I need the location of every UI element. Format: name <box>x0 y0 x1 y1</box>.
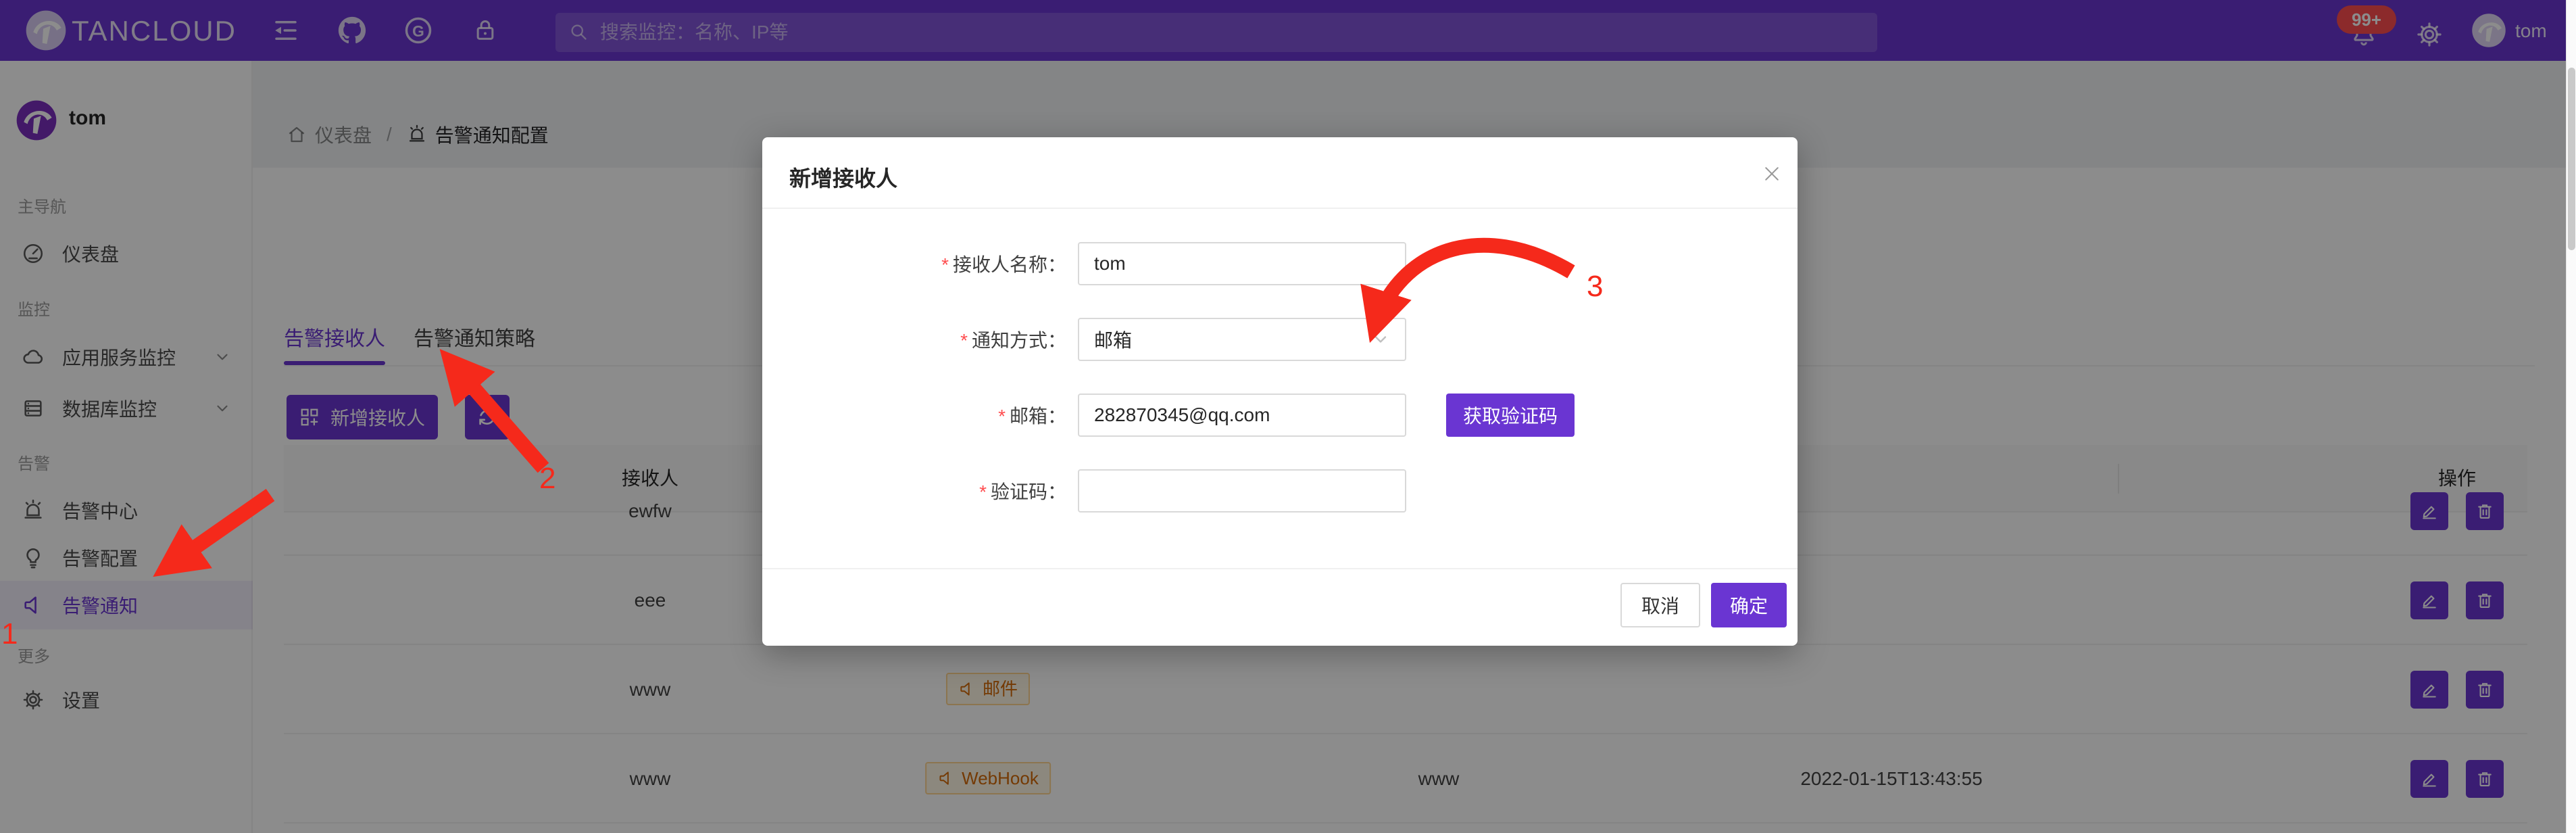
select-value: 邮箱 <box>1094 326 1132 353</box>
receiver-name-input[interactable] <box>1078 242 1406 285</box>
scrollbar-thumb[interactable] <box>2568 68 2575 250</box>
modal-header-divider <box>762 208 1798 209</box>
verify-code-input[interactable] <box>1078 469 1406 513</box>
chevron-down-icon <box>1371 330 1390 349</box>
field-label-email: *邮箱： <box>783 404 1066 429</box>
close-icon[interactable] <box>1756 158 1788 190</box>
required-mark: * <box>998 406 1006 427</box>
field-label-name: *接收人名称： <box>783 253 1066 277</box>
field-label-captcha: *验证码： <box>783 480 1066 504</box>
required-mark: * <box>960 330 968 351</box>
notify-method-select[interactable]: 邮箱 <box>1078 318 1406 361</box>
field-label-method: *通知方式： <box>783 329 1066 353</box>
confirm-button[interactable]: 确定 <box>1711 583 1787 627</box>
required-mark: * <box>979 481 987 502</box>
get-verify-code-button[interactable]: 获取验证码 <box>1446 394 1575 437</box>
required-mark: * <box>941 254 949 275</box>
modal-title: 新增接收人 <box>789 162 897 193</box>
add-receiver-modal: 新增接收人 *接收人名称： *通知方式： 邮箱 *邮箱： 获取验证码 *验证码：… <box>762 137 1798 646</box>
email-input[interactable] <box>1078 394 1406 437</box>
cancel-button[interactable]: 取消 <box>1620 583 1700 627</box>
scrollbar[interactable] <box>2566 0 2576 833</box>
modal-footer-divider <box>762 568 1798 569</box>
